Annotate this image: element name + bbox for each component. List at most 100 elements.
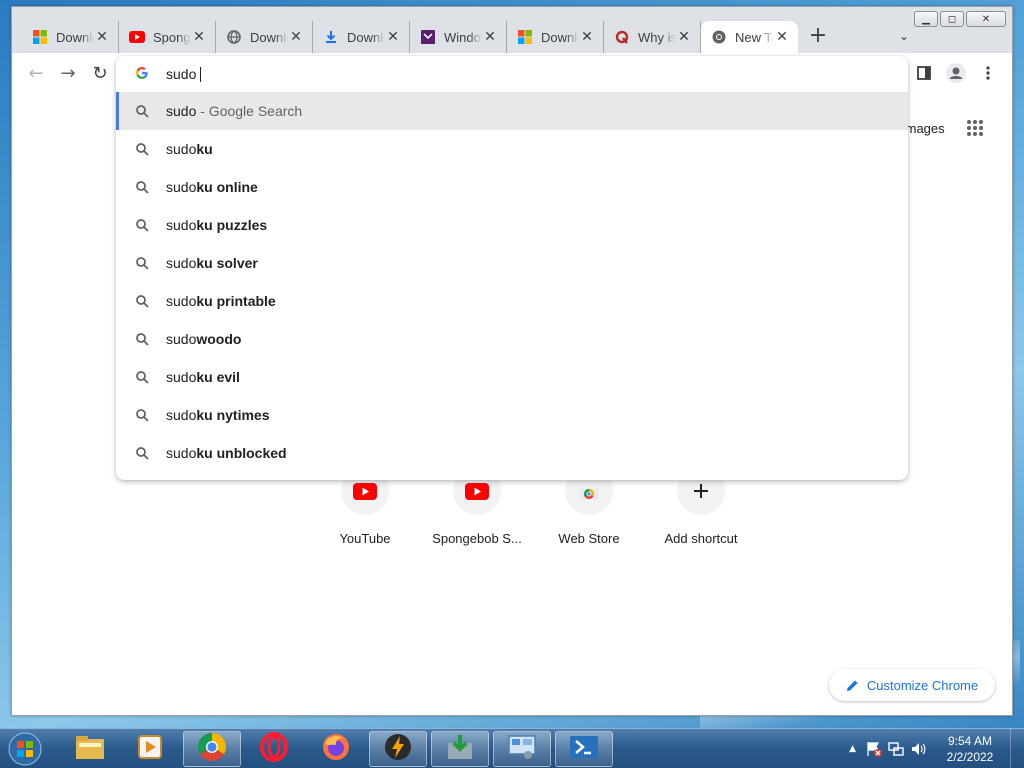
suggestion-row[interactable]: sudo ku evil: [116, 358, 908, 396]
quora-icon: [614, 29, 630, 45]
images-link[interactable]: Images: [902, 121, 945, 136]
new-tab-button[interactable]: +: [808, 25, 828, 47]
chrome-icon: [197, 732, 227, 767]
tab-close-icon[interactable]: ✕: [482, 29, 498, 45]
tab-title: Spongebob: [153, 29, 191, 45]
suggestion-completion: ku printable: [196, 293, 276, 309]
tab[interactable]: Download ✕: [313, 21, 410, 53]
taskbar-download-manager[interactable]: [431, 731, 489, 767]
tab-close-icon[interactable]: ✕: [579, 29, 595, 45]
suggestion-completion: ku nytimes: [196, 407, 270, 423]
search-icon: [134, 218, 150, 232]
suggestion-row[interactable]: sudo ku puzzles: [116, 206, 908, 244]
network-icon[interactable]: [888, 741, 904, 757]
back-button[interactable]: ←: [26, 63, 46, 84]
volume-icon[interactable]: [910, 741, 926, 757]
minimize-button[interactable]: ▁: [914, 11, 938, 27]
clock[interactable]: 9:54 AM 2/2/2022: [934, 733, 1006, 765]
suggestion-typed: sudo: [166, 369, 197, 385]
tab-close-icon[interactable]: ✕: [385, 29, 401, 45]
tab-title: New Tab: [735, 29, 774, 45]
taskbar-powershell[interactable]: [555, 731, 613, 767]
tab[interactable]: Download ✕: [216, 21, 313, 53]
address-bar[interactable]: sudo: [116, 56, 908, 92]
taskbar-opera[interactable]: [245, 731, 303, 767]
start-button[interactable]: [4, 730, 46, 768]
tab-title: Download: [56, 29, 94, 45]
tab[interactable]: Download ✕: [22, 21, 119, 53]
suggestion-typed: sudo: [166, 293, 197, 309]
download-icon: [323, 29, 339, 45]
address-input-text[interactable]: sudo: [166, 66, 196, 82]
search-icon: [134, 332, 150, 346]
suggestion-typed: sudo: [166, 217, 197, 233]
show-desktop-button[interactable]: [1010, 729, 1024, 768]
tab-close-icon[interactable]: ✕: [288, 29, 304, 45]
suggestion-typed: sudo: [166, 255, 197, 271]
profile-avatar-icon[interactable]: [946, 63, 966, 83]
firefox-icon: [321, 732, 351, 767]
youtube-icon: [129, 29, 145, 45]
suggestion-suffix: - Google Search: [196, 103, 303, 119]
chrome-window: ▁ ◻ ✕ Download ✕ Spongebob ✕ Download ✕ …: [11, 6, 1013, 716]
suggestion-typed: sudo: [166, 179, 197, 195]
winamp-icon: [383, 732, 413, 767]
search-icon: [134, 446, 150, 460]
close-window-button[interactable]: ✕: [966, 11, 1006, 27]
shortcut-label: YouTube: [339, 531, 391, 546]
maximize-button[interactable]: ◻: [940, 11, 964, 27]
tab-close-icon[interactable]: ✕: [191, 29, 207, 45]
show-hidden-icons[interactable]: ▲: [849, 744, 856, 754]
taskbar-control-panel[interactable]: [493, 731, 551, 767]
suggestion-row[interactable]: sudo ku solver: [116, 244, 908, 282]
suggestion-typed: sudo: [166, 407, 197, 423]
suggestion-row[interactable]: sudo ku printable: [116, 282, 908, 320]
taskbar-media-player[interactable]: [121, 731, 179, 767]
suggestion-row[interactable]: sudo ku unblocked: [116, 434, 908, 472]
clock-date: 2/2/2022: [946, 750, 994, 764]
action-center-flag-icon[interactable]: [866, 741, 882, 757]
taskbar: ▲ 9:54 AM 2/2/2022: [0, 728, 1024, 768]
google-g-icon: [134, 66, 150, 83]
tab-close-icon[interactable]: ✕: [94, 29, 110, 45]
tab-close-icon[interactable]: ✕: [774, 29, 790, 45]
apps-grid-icon[interactable]: [966, 119, 984, 142]
suggestion-row[interactable]: sudo woodo: [116, 320, 908, 358]
taskbar-firefox[interactable]: [307, 731, 365, 767]
taskbar-file-explorer[interactable]: [61, 731, 119, 767]
side-panel-icon[interactable]: [914, 63, 934, 83]
reload-button[interactable]: ↻: [90, 63, 110, 84]
tab-close-icon[interactable]: ✕: [676, 29, 692, 45]
search-icon: [134, 408, 150, 422]
tab[interactable]: Why is ✕: [604, 21, 701, 53]
tab-search-button[interactable]: ⌄: [896, 29, 912, 45]
suggestion-completion: ku online: [196, 179, 258, 195]
suggestion-row[interactable]: sudo ku nytimes: [116, 396, 908, 434]
taskbar-chrome[interactable]: [183, 731, 241, 767]
clock-time: 9:54 AM: [947, 734, 993, 748]
suggestion-row[interactable]: sudo ku: [116, 130, 908, 168]
tab-active[interactable]: New Tab ✕: [701, 21, 798, 53]
search-icon: [134, 142, 150, 156]
shortcut-label: Spongebob S...: [432, 531, 522, 546]
pencil-icon: [846, 679, 859, 692]
customize-chrome-button[interactable]: Customize Chrome: [829, 669, 995, 701]
tab[interactable]: Download ✕: [507, 21, 604, 53]
powershell-icon: [569, 734, 599, 765]
tab[interactable]: Windows ✕: [410, 21, 507, 53]
download-manager-icon: [445, 733, 475, 766]
file-explorer-icon: [75, 734, 105, 765]
suggestion-completion: ku solver: [196, 255, 258, 271]
windows-purple-icon: [420, 29, 436, 45]
suggestion-completion: woodo: [196, 331, 242, 347]
menu-kebab-icon[interactable]: [978, 63, 998, 83]
search-icon: [134, 104, 150, 118]
suggestion-row[interactable]: sudo ku online: [116, 168, 908, 206]
taskbar-winamp[interactable]: [369, 731, 427, 767]
suggestion-row[interactable]: sudo - Google Search: [116, 92, 908, 130]
system-tray: ▲ 9:54 AM 2/2/2022: [849, 729, 1024, 768]
tab[interactable]: Spongebob ✕: [119, 21, 216, 53]
forward-button[interactable]: →: [58, 63, 78, 84]
opera-icon: [259, 731, 289, 767]
microsoft-icon: [517, 29, 533, 45]
